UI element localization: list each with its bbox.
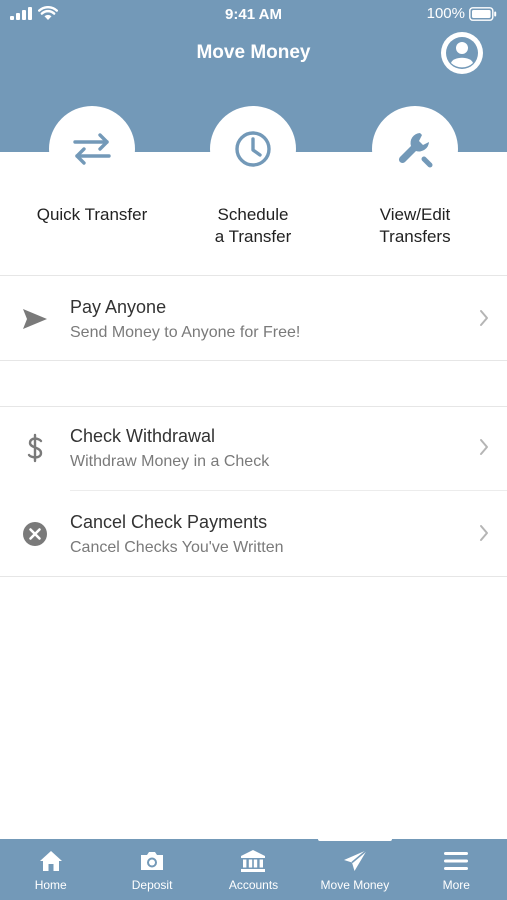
quick-transfer-button[interactable] <box>49 106 135 192</box>
list-item-title: Cancel Check Payments <box>70 512 268 532</box>
list-item-subtitle: Cancel Checks You've Written <box>70 539 284 556</box>
clock-icon <box>235 131 271 167</box>
user-avatar-icon <box>446 37 478 69</box>
chevron-right-icon <box>480 310 488 326</box>
menu-icon <box>444 852 469 870</box>
chevron-right-icon <box>480 439 488 455</box>
tab-bar: Home Deposit Accounts Move Money More <box>0 837 507 900</box>
cancel-circle-icon <box>23 522 47 546</box>
dollar-icon <box>27 433 43 463</box>
battery-group: 100% <box>427 5 497 22</box>
view-edit-transfers-label: View/Edit Transfers <box>379 205 451 246</box>
profile-button[interactable] <box>441 32 483 74</box>
battery-percent: 100% <box>426 5 465 22</box>
send-icon <box>23 309 47 329</box>
page-title: Move Money <box>196 42 311 63</box>
tab-deposit[interactable]: Deposit <box>101 839 202 900</box>
divider <box>0 275 507 276</box>
send-icon <box>343 849 368 871</box>
list-item-subtitle: Withdraw Money in a Check <box>70 453 270 470</box>
row-icon <box>18 517 52 551</box>
tab-label: Move Money <box>320 878 390 892</box>
divider <box>0 576 507 577</box>
quick-transfer-label: Quick Transfer <box>36 205 148 224</box>
swap-arrows-icon <box>73 133 111 165</box>
row-icon <box>18 302 52 336</box>
tab-label: Accounts <box>228 878 279 892</box>
divider <box>70 490 507 491</box>
row-icon <box>18 431 52 465</box>
list-item-cancel-check-payments[interactable]: Cancel Check Payments Cancel Checks You'… <box>0 492 507 576</box>
list-item-subtitle: Send Money to Anyone for Free! <box>70 324 301 341</box>
list-item-check-withdrawal[interactable]: Check Withdrawal Withdraw Money in a Che… <box>0 406 507 490</box>
schedule-transfer-label: Schedule a Transfer <box>214 205 292 246</box>
home-icon <box>39 851 62 871</box>
view-edit-transfers-action[interactable]: View/Edit Transfers <box>340 106 490 248</box>
tab-label: Deposit <box>131 878 173 892</box>
quick-transfer-action[interactable]: Quick Transfer <box>17 106 167 226</box>
schedule-transfer-button[interactable] <box>210 106 296 192</box>
divider <box>0 360 507 361</box>
list-item-title: Pay Anyone <box>70 297 167 317</box>
camera-icon <box>141 852 164 870</box>
wrench-icon <box>398 133 433 168</box>
bank-icon <box>241 850 266 872</box>
tab-move-money[interactable]: Move Money <box>304 837 405 900</box>
schedule-transfer-action[interactable]: Schedule a Transfer <box>178 106 328 248</box>
tab-label: More <box>442 878 470 892</box>
status-bar: 9:41 AM 100% <box>0 0 507 28</box>
tab-accounts[interactable]: Accounts <box>203 839 304 900</box>
list-item-pay-anyone[interactable]: Pay Anyone Send Money to Anyone for Free… <box>0 277 507 361</box>
tab-label: Home <box>34 878 67 892</box>
battery-icon <box>469 6 497 21</box>
chevron-right-icon <box>480 525 488 541</box>
tab-more[interactable]: More <box>406 839 507 900</box>
list-item-title: Check Withdrawal <box>70 426 216 446</box>
view-edit-transfers-button[interactable] <box>372 106 458 192</box>
tab-home[interactable]: Home <box>0 839 101 900</box>
active-tab-indicator <box>318 837 393 841</box>
